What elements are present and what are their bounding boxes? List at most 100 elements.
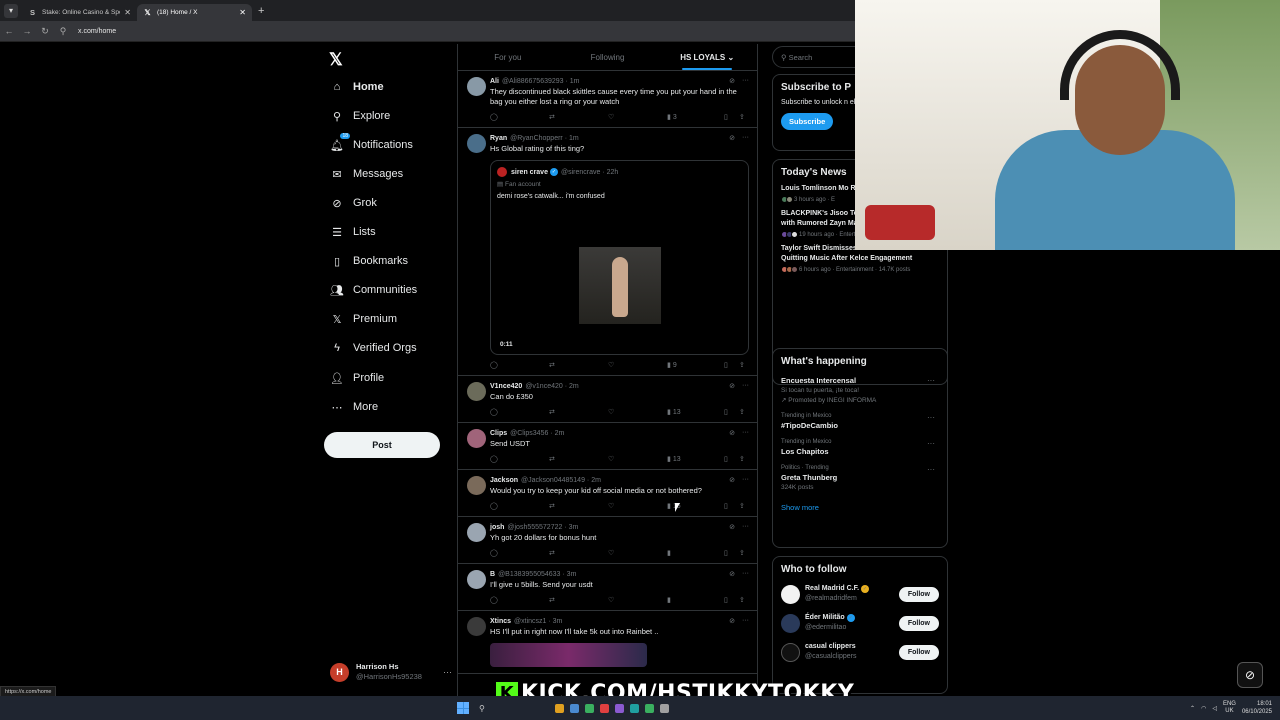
bookmark-icon[interactable]: ▯ bbox=[724, 596, 739, 604]
views-count[interactable]: ▮ 13 bbox=[667, 455, 724, 463]
grok-icon[interactable]: ⊘ bbox=[729, 134, 735, 142]
tweet-time[interactable]: · 1m bbox=[566, 78, 580, 85]
avatar[interactable] bbox=[467, 476, 486, 495]
avatar[interactable] bbox=[781, 584, 800, 604]
app-icon[interactable] bbox=[614, 703, 624, 713]
tweet-author-name[interactable]: V1nce420 bbox=[490, 383, 522, 390]
tweet[interactable]: Ryan @RyanChopperr · 1m ⊘ ··· Hs Global rat… bbox=[458, 128, 757, 376]
more-icon[interactable]: ··· bbox=[927, 413, 935, 422]
avatar[interactable] bbox=[467, 77, 486, 96]
account-switcher[interactable]: H Harrison Hs @HarrisonHs95238 ··· bbox=[330, 662, 452, 682]
bookmark-icon[interactable]: ▯ bbox=[724, 113, 739, 121]
tweet-author-name[interactable]: Jackson bbox=[490, 477, 518, 484]
more-icon[interactable]: ··· bbox=[742, 77, 749, 85]
app-icon[interactable] bbox=[599, 703, 609, 713]
tweet-author-handle[interactable]: @Clips3456 bbox=[510, 430, 548, 437]
grok-icon[interactable]: ⊘ bbox=[729, 77, 735, 85]
sidebar-item-lists[interactable]: ☰ Lists bbox=[330, 221, 376, 243]
tweet-time[interactable]: · 2m bbox=[565, 383, 579, 390]
sidebar-item-messages[interactable]: ✉ Messages bbox=[330, 163, 403, 185]
tweet[interactable]: Clips @Clips3456 · 2m ⊘ ··· Send USDT ◯ ⇄ ♡ ▮ … bbox=[458, 423, 757, 470]
reply-icon[interactable]: ◯ bbox=[490, 502, 549, 510]
avatar[interactable] bbox=[467, 134, 486, 153]
avatar[interactable] bbox=[781, 642, 800, 662]
more-icon[interactable]: ··· bbox=[742, 523, 749, 531]
reply-icon[interactable]: ◯ bbox=[490, 596, 549, 604]
wifi-icon[interactable]: ◠ bbox=[1201, 705, 1206, 712]
app-icon[interactable] bbox=[659, 703, 669, 713]
app-icon[interactable] bbox=[644, 703, 654, 713]
trend-item[interactable]: Trending in Mexico #TipoDeCambio ··· bbox=[781, 413, 939, 430]
more-icon[interactable]: ··· bbox=[742, 476, 749, 484]
tweet-media[interactable] bbox=[490, 643, 647, 667]
tab-hs-loyals[interactable]: HS LOYALS ⌄ bbox=[657, 44, 757, 70]
sidebar-item-home[interactable]: ⌂ Home bbox=[330, 76, 384, 98]
reply-icon[interactable]: ◯ bbox=[490, 549, 549, 557]
tweet-author-name[interactable]: Xtincs bbox=[490, 618, 511, 625]
more-icon[interactable]: ··· bbox=[742, 429, 749, 437]
share-icon[interactable]: ⇪ bbox=[739, 361, 745, 369]
sidebar-item-grok[interactable]: ⊘ Grok bbox=[330, 192, 376, 214]
tweet[interactable]: josh @josh555572722 · 3m ⊘ ··· Yh got 20 do… bbox=[458, 517, 757, 564]
chevron-up-icon[interactable]: ⌃ bbox=[1190, 705, 1195, 712]
reply-icon[interactable]: ◯ bbox=[490, 361, 549, 369]
tweet[interactable]: B @B1383955054633 · 3m ⊘ ··· I'll give u 5b… bbox=[458, 564, 757, 611]
quoted-tweet[interactable]: siren crave ✓ @sirencrave · 22h ▤ Fan acco… bbox=[490, 160, 749, 355]
volume-icon[interactable]: ◁ bbox=[1212, 705, 1217, 712]
follow-button[interactable]: Follow bbox=[898, 586, 939, 602]
grok-floating-icon[interactable]: ⊘ bbox=[1237, 662, 1263, 688]
avatar[interactable] bbox=[467, 617, 486, 636]
views-count[interactable]: ▮ bbox=[667, 596, 724, 604]
tweet-time[interactable]: · 3m bbox=[548, 618, 562, 625]
reply-icon[interactable]: ◯ bbox=[490, 113, 549, 121]
trend-item[interactable]: Politics · Trending Greta Thunberg 324K … bbox=[781, 465, 939, 491]
tweet-author-name[interactable]: josh bbox=[490, 524, 504, 531]
bookmark-icon[interactable]: ▯ bbox=[724, 408, 739, 416]
avatar[interactable] bbox=[467, 570, 486, 589]
bookmark-icon[interactable]: ▯ bbox=[724, 455, 739, 463]
show-more-link[interactable]: Show more bbox=[781, 503, 939, 512]
back-icon[interactable]: ← bbox=[0, 26, 18, 36]
more-icon[interactable]: ··· bbox=[742, 617, 749, 625]
grok-icon[interactable]: ⊘ bbox=[729, 523, 735, 531]
trend-item[interactable]: Encuesta Intercensal Si tocan tu puerta,… bbox=[781, 376, 939, 404]
tweet-author-handle[interactable]: @xtincsz1 bbox=[514, 618, 546, 625]
follow-suggestion[interactable]: casual clippers @casualclippers Follow bbox=[781, 642, 939, 662]
tweet-time[interactable]: · 2m bbox=[550, 430, 564, 437]
subscribe-button[interactable]: Subscribe bbox=[781, 113, 834, 130]
tweet-time[interactable]: · 3m bbox=[564, 524, 578, 531]
post-button[interactable]: Post bbox=[324, 432, 440, 458]
grok-icon[interactable]: ⊘ bbox=[729, 429, 735, 437]
tweet-author-name[interactable]: B bbox=[490, 571, 495, 578]
app-icon[interactable] bbox=[554, 703, 564, 713]
retweet-icon[interactable]: ⇄ bbox=[549, 502, 608, 510]
share-icon[interactable]: ⇪ bbox=[739, 455, 745, 463]
views-count[interactable]: ▮ 9 bbox=[667, 361, 724, 369]
avatar[interactable] bbox=[467, 429, 486, 448]
sidebar-item-notifications[interactable]: 🔔︎ 18 Notifications bbox=[330, 133, 413, 156]
views-count[interactable]: ▮ 13 bbox=[667, 408, 724, 416]
tweet-author-handle[interactable]: @v1nce420 bbox=[525, 383, 562, 390]
app-icon[interactable] bbox=[629, 703, 639, 713]
tab-for-you[interactable]: For you bbox=[458, 44, 558, 70]
like-icon[interactable]: ♡ bbox=[608, 596, 667, 604]
bookmark-icon[interactable]: ▯ bbox=[724, 502, 739, 510]
tweet-author-handle[interactable]: @RyanChopperr bbox=[510, 135, 563, 142]
retweet-icon[interactable]: ⇄ bbox=[549, 455, 608, 463]
like-icon[interactable]: ♡ bbox=[608, 408, 667, 416]
forward-icon[interactable]: → bbox=[18, 26, 36, 36]
browser-tab-stake[interactable]: S Stake: Online Casino & Sports ✕ bbox=[22, 4, 137, 21]
share-icon[interactable]: ⇪ bbox=[739, 408, 745, 416]
retweet-icon[interactable]: ⇄ bbox=[549, 408, 608, 416]
grok-icon[interactable]: ⊘ bbox=[729, 617, 735, 625]
tweet-time[interactable]: · 3m bbox=[562, 571, 576, 578]
tweet-time[interactable]: · 1m bbox=[565, 135, 579, 142]
reload-icon[interactable]: ↻ bbox=[36, 26, 54, 37]
grok-icon[interactable]: ⊘ bbox=[729, 476, 735, 484]
like-icon[interactable]: ♡ bbox=[608, 455, 667, 463]
avatar[interactable] bbox=[781, 613, 800, 633]
tweet[interactable]: Xtincs @xtincsz1 · 3m ⊘ ··· HS I'll put in … bbox=[458, 611, 757, 674]
retweet-icon[interactable]: ⇄ bbox=[549, 549, 608, 557]
search-icon[interactable]: ⚲ bbox=[479, 704, 485, 713]
share-icon[interactable]: ⇪ bbox=[739, 596, 745, 604]
